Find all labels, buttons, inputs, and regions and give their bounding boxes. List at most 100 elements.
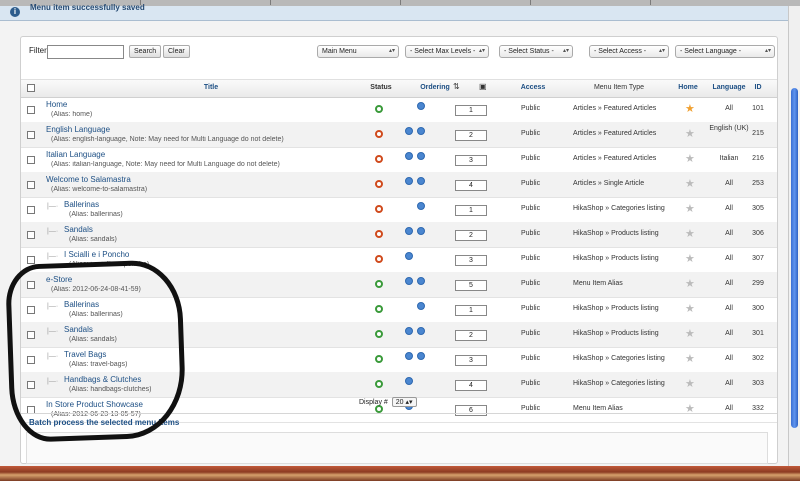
menu-item-alias: (Alias: italian-language, Note: May need… — [51, 161, 280, 168]
menu-item-title-link[interactable]: I Scialli e i Poncho — [64, 250, 129, 259]
move-down-icon[interactable] — [417, 327, 425, 335]
ordering-input[interactable]: 1 — [455, 205, 487, 216]
ordering-input[interactable]: 3 — [455, 255, 487, 266]
unpublished-status-icon[interactable] — [375, 155, 383, 163]
unpublished-status-icon[interactable] — [375, 230, 383, 238]
language-value: Italian — [719, 155, 739, 162]
unpublished-status-icon[interactable] — [375, 130, 383, 138]
default-star-icon[interactable]: ★ — [685, 327, 695, 340]
move-up-icon[interactable] — [405, 327, 413, 335]
default-star-icon[interactable]: ★ — [685, 377, 695, 390]
move-up-icon[interactable] — [405, 277, 413, 285]
row-checkbox[interactable] — [27, 181, 35, 189]
default-star-icon[interactable]: ★ — [685, 177, 695, 190]
move-down-icon[interactable] — [417, 152, 425, 160]
menu-item-title-link[interactable]: English Language — [46, 125, 110, 134]
language-value: All — [725, 230, 733, 237]
default-star-icon[interactable]: ★ — [685, 252, 695, 265]
move-up-icon[interactable] — [405, 252, 413, 260]
move-down-icon[interactable] — [417, 277, 425, 285]
tree-connector: |—· — [47, 228, 59, 235]
header-status[interactable]: Status — [361, 84, 401, 91]
published-status-icon[interactable] — [375, 105, 383, 113]
header-title[interactable]: Title — [61, 84, 361, 91]
move-down-icon[interactable] — [417, 127, 425, 135]
row-checkbox[interactable] — [27, 206, 35, 214]
menu-item-title-link[interactable]: Home — [46, 100, 67, 109]
published-status-icon[interactable] — [375, 280, 383, 288]
header-ordering[interactable]: Ordering — [415, 84, 455, 91]
language-select[interactable]: - Select Language - ▴▾ — [675, 45, 775, 58]
published-status-icon[interactable] — [375, 380, 383, 388]
default-star-icon[interactable]: ★ — [685, 127, 695, 140]
default-star-icon[interactable]: ★ — [685, 227, 695, 240]
scrollbar-thumb[interactable] — [791, 88, 798, 428]
menu-item-title-link[interactable]: Italian Language — [46, 150, 105, 159]
move-down-icon[interactable] — [417, 177, 425, 185]
move-down-icon[interactable] — [417, 202, 425, 210]
ordering-input[interactable]: 5 — [455, 280, 487, 291]
row-checkbox[interactable] — [27, 231, 35, 239]
published-status-icon[interactable] — [375, 330, 383, 338]
access-value: Public — [521, 180, 541, 187]
ordering-input[interactable]: 2 — [455, 130, 487, 141]
search-button[interactable]: Search — [129, 45, 162, 58]
ordering-input[interactable]: 4 — [455, 180, 487, 191]
ordering-input[interactable]: 4 — [455, 380, 487, 391]
move-down-icon[interactable] — [417, 302, 425, 310]
move-up-icon[interactable] — [405, 152, 413, 160]
menu-item-title-link[interactable]: Sandals — [64, 225, 93, 234]
row-checkbox[interactable] — [27, 156, 35, 164]
menu-item-title-link[interactable]: Welcome to Salamastra — [46, 175, 131, 184]
default-star-icon[interactable]: ★ — [685, 277, 695, 290]
menu-item-title-link[interactable]: Ballerinas — [64, 200, 99, 209]
published-status-icon[interactable] — [375, 355, 383, 363]
move-up-icon[interactable] — [405, 127, 413, 135]
ordering-input[interactable]: 1 — [455, 105, 487, 116]
chevron-updown-icon: ▴▾ — [388, 48, 395, 54]
save-order-icon[interactable]: ▣ — [479, 82, 487, 91]
default-star-icon[interactable]: ★ — [685, 352, 695, 365]
home-star-icon[interactable]: ★ — [685, 102, 695, 115]
header-home[interactable]: Home — [673, 84, 703, 91]
filter-bar: Filter: Search Clear Main Menu ▴▾ - Selec… — [29, 45, 775, 59]
move-up-icon[interactable] — [405, 377, 413, 385]
language-value: All — [725, 330, 733, 337]
language-value: English (UK) — [709, 125, 749, 132]
access-select[interactable]: - Select Access - ▴▾ — [589, 45, 669, 58]
clear-button[interactable]: Clear — [163, 45, 190, 58]
move-up-icon[interactable] — [405, 177, 413, 185]
item-id: 307 — [752, 255, 764, 262]
ordering-input[interactable]: 1 — [455, 305, 487, 316]
ordering-input[interactable]: 2 — [455, 230, 487, 241]
unpublished-status-icon[interactable] — [375, 205, 383, 213]
ordering-input[interactable]: 2 — [455, 330, 487, 341]
default-star-icon[interactable]: ★ — [685, 152, 695, 165]
move-down-icon[interactable] — [417, 227, 425, 235]
move-down-icon[interactable] — [417, 352, 425, 360]
row-checkbox[interactable] — [27, 131, 35, 139]
display-count-select[interactable]: 20 ▴▾ — [391, 397, 417, 407]
select-all-checkbox[interactable] — [27, 84, 35, 92]
move-down-icon[interactable] — [417, 102, 425, 110]
ordering-input[interactable]: 3 — [455, 155, 487, 166]
unpublished-status-icon[interactable] — [375, 255, 383, 263]
menu-select[interactable]: Main Menu ▴▾ — [317, 45, 399, 58]
move-up-icon[interactable] — [405, 227, 413, 235]
default-star-icon[interactable]: ★ — [685, 302, 695, 315]
move-up-icon[interactable] — [405, 352, 413, 360]
status-select[interactable]: - Select Status - ▴▾ — [499, 45, 573, 58]
vertical-scrollbar[interactable] — [788, 6, 800, 466]
unpublished-status-icon[interactable] — [375, 180, 383, 188]
row-checkbox[interactable] — [27, 256, 35, 264]
default-star-icon[interactable]: ★ — [685, 202, 695, 215]
published-status-icon[interactable] — [375, 305, 383, 313]
filter-search-input[interactable] — [47, 45, 124, 59]
ordering-input[interactable]: 3 — [455, 355, 487, 366]
row-checkbox[interactable] — [27, 106, 35, 114]
header-access[interactable]: Access — [503, 84, 563, 91]
header-language[interactable]: Language — [709, 84, 749, 91]
header-id[interactable]: ID — [747, 84, 769, 91]
max-levels-select[interactable]: - Select Max Levels - ▴▾ — [405, 45, 489, 58]
access-value: Public — [521, 255, 541, 262]
